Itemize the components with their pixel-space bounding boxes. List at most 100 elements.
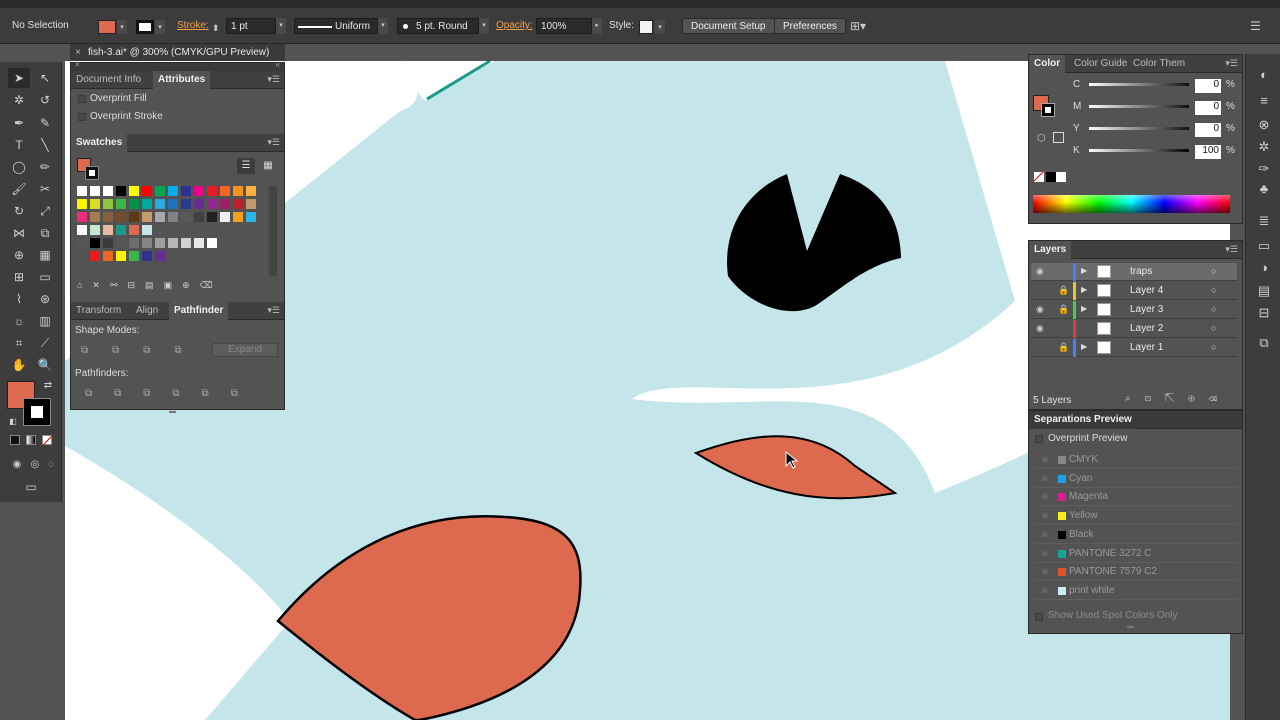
appearance-dock-icon[interactable]: ⊗ [1255, 116, 1273, 134]
graphic-style-swatch[interactable] [639, 20, 653, 34]
swatch-cell[interactable] [90, 212, 100, 222]
arrange-documents-icon[interactable]: ⊞▾ [850, 18, 866, 34]
lock-icon[interactable]: 🔒 [1058, 304, 1069, 315]
swatch-cell[interactable] [194, 199, 204, 209]
layer-row[interactable]: 🔒 ▶ Layer 1 ○ [1031, 339, 1237, 357]
swatch-cell[interactable] [116, 212, 126, 222]
swatch-cell[interactable] [129, 186, 139, 196]
expand-layer-icon[interactable]: ▶ [1081, 342, 1087, 351]
plate-eye-icon[interactable]: ◉ [1041, 491, 1049, 502]
lock-icon[interactable]: 🔒 [1058, 342, 1069, 353]
mesh-tool-icon[interactable]: ⊞ [8, 267, 30, 287]
graphic-styles-dock-icon[interactable]: ✲ [1255, 138, 1273, 156]
swatch-cell[interactable] [181, 212, 191, 222]
grid-view-icon[interactable]: ▦ [259, 158, 277, 174]
transparency-dock-icon[interactable]: ◑ [1255, 259, 1273, 277]
paintbrush-tool-icon[interactable]: 🖌 [8, 179, 30, 199]
swatch-cell[interactable] [77, 225, 87, 235]
expand-button[interactable]: Expand [212, 343, 278, 357]
plate-row[interactable]: ◉ PANTONE 7579 C2 [1035, 563, 1237, 582]
plate-eye-icon[interactable]: ◉ [1041, 548, 1049, 559]
width-tool-icon[interactable]: ⋈ [8, 223, 30, 243]
plate-eye-icon[interactable]: ◉ [1041, 566, 1049, 577]
cmyk-slider-track[interactable] [1089, 105, 1189, 108]
line-tool-icon[interactable]: ╲ [34, 135, 56, 155]
preferences-button[interactable]: Preferences [774, 18, 846, 34]
scissors-tool-icon[interactable]: ✂ [34, 179, 56, 199]
target-circle-icon[interactable]: ○ [1211, 266, 1216, 276]
tab-document-info[interactable]: Document Info [71, 71, 146, 89]
tab-layers[interactable]: Layers [1029, 241, 1072, 259]
swatch-cell[interactable] [129, 212, 139, 222]
overprint-preview-checkbox[interactable] [1035, 435, 1043, 443]
gradient-mode-icon[interactable] [26, 435, 36, 445]
tab-color-themes[interactable]: Color Them [1128, 55, 1190, 73]
opacity-label[interactable]: Opacity: [496, 18, 533, 34]
tab-separations-preview[interactable]: Separations Preview [1029, 411, 1137, 429]
control-bar-menu-icon[interactable]: ☰ [1250, 18, 1261, 34]
expand-layer-icon[interactable]: ▶ [1081, 266, 1087, 275]
cmyk-value-field[interactable]: 100 [1195, 145, 1221, 159]
plate-row[interactable]: ◉ PANTONE 3272 C [1035, 545, 1237, 563]
default-fill-stroke-icon[interactable]: ◧ [2, 412, 24, 432]
show-used-spot-checkbox[interactable] [1035, 613, 1043, 621]
tab-attributes[interactable]: Attributes [153, 71, 211, 89]
overprint-stroke-checkbox[interactable] [78, 113, 86, 121]
swatch-cell[interactable] [246, 186, 256, 196]
swatch-cell[interactable] [233, 212, 243, 222]
tab-color-guide[interactable]: Color Guide [1069, 55, 1132, 73]
selection-tool-icon[interactable]: ➤ [8, 68, 30, 88]
symbols-dock-icon[interactable]: ♣ [1255, 180, 1273, 198]
plate-eye-icon[interactable]: ◉ [1041, 529, 1049, 540]
swatch-cell[interactable] [142, 251, 152, 261]
layer-row[interactable]: 🔒 ▶ Layer 4 ○ [1031, 282, 1237, 300]
screen-mode-icon[interactable]: ▭ [20, 477, 42, 497]
artboards-dock-icon[interactable]: ▭ [1255, 237, 1273, 255]
expand-layer-icon[interactable]: ▶ [1081, 304, 1087, 313]
swatch-cell[interactable] [233, 186, 243, 196]
swatch-cell[interactable] [103, 199, 113, 209]
swatch-cell[interactable] [246, 212, 256, 222]
rotate-tool-icon[interactable]: ↻ [8, 201, 30, 221]
swatch-cell[interactable] [194, 186, 204, 196]
curvature-tool-icon[interactable]: ✎ [34, 113, 56, 133]
none-color-box[interactable] [1033, 171, 1044, 182]
visibility-eye-icon[interactable]: ◉ [1036, 266, 1044, 277]
plate-eye-icon[interactable]: ◉ [1041, 585, 1049, 596]
swatch-cell[interactable] [155, 199, 165, 209]
plate-row[interactable]: ◉ Yellow [1035, 507, 1237, 526]
plate-row[interactable]: ◉ CMYK [1035, 451, 1237, 469]
tab-transform[interactable]: Transform [71, 302, 126, 320]
swatch-cell[interactable] [116, 238, 126, 248]
symbol-sprayer-tool-icon[interactable]: ☼ [8, 311, 30, 331]
target-circle-icon[interactable]: ○ [1211, 285, 1216, 295]
plate-eye-icon[interactable]: ◉ [1041, 473, 1049, 484]
color-spectrum[interactable] [1033, 195, 1230, 213]
stroke-weight-dropdown[interactable]: ▾ [276, 18, 286, 34]
style-dropdown[interactable]: ▾ [655, 20, 665, 34]
swatch-cell[interactable] [103, 212, 113, 222]
swatch-footer-icons[interactable]: ⌂✕⚯⊟▤▣⊕⌫ [77, 280, 273, 296]
pathfinder-panel-menu-icon[interactable]: ▾☰ [267, 305, 280, 316]
visibility-eye-icon[interactable]: ◉ [1036, 304, 1044, 315]
stroke-weight-stepper[interactable]: ⬍ [212, 20, 220, 36]
cmyk-value-field[interactable]: 0 [1195, 123, 1221, 137]
swatch-cell[interactable] [233, 199, 243, 209]
stroke-label[interactable]: Stroke: [177, 18, 209, 34]
swatch-cell[interactable] [194, 212, 204, 222]
resize-grip[interactable]: ▬ [169, 408, 176, 415]
swatch-cell[interactable] [90, 225, 100, 235]
swatch-cell[interactable] [220, 199, 230, 209]
zoom-tool-icon[interactable]: 🔍 [34, 355, 56, 375]
eyedropper-tool-icon[interactable]: ⌇ [8, 289, 30, 309]
layer-row[interactable]: ◉ Layer 2 ○ [1031, 320, 1237, 338]
attributes-panel-menu-icon[interactable]: ▾☰ [267, 74, 280, 85]
swatch-cell[interactable] [168, 212, 178, 222]
white-color-box[interactable] [1056, 172, 1066, 182]
opacity-field[interactable]: 100% [536, 18, 592, 34]
close-tab-icon[interactable]: × [75, 44, 81, 61]
profile-dropdown[interactable]: ▾ [378, 18, 388, 34]
swatch-cell[interactable] [168, 186, 178, 196]
fill-dropdown-arrow[interactable]: ▾ [117, 20, 127, 34]
black-color-box[interactable] [1046, 172, 1056, 182]
